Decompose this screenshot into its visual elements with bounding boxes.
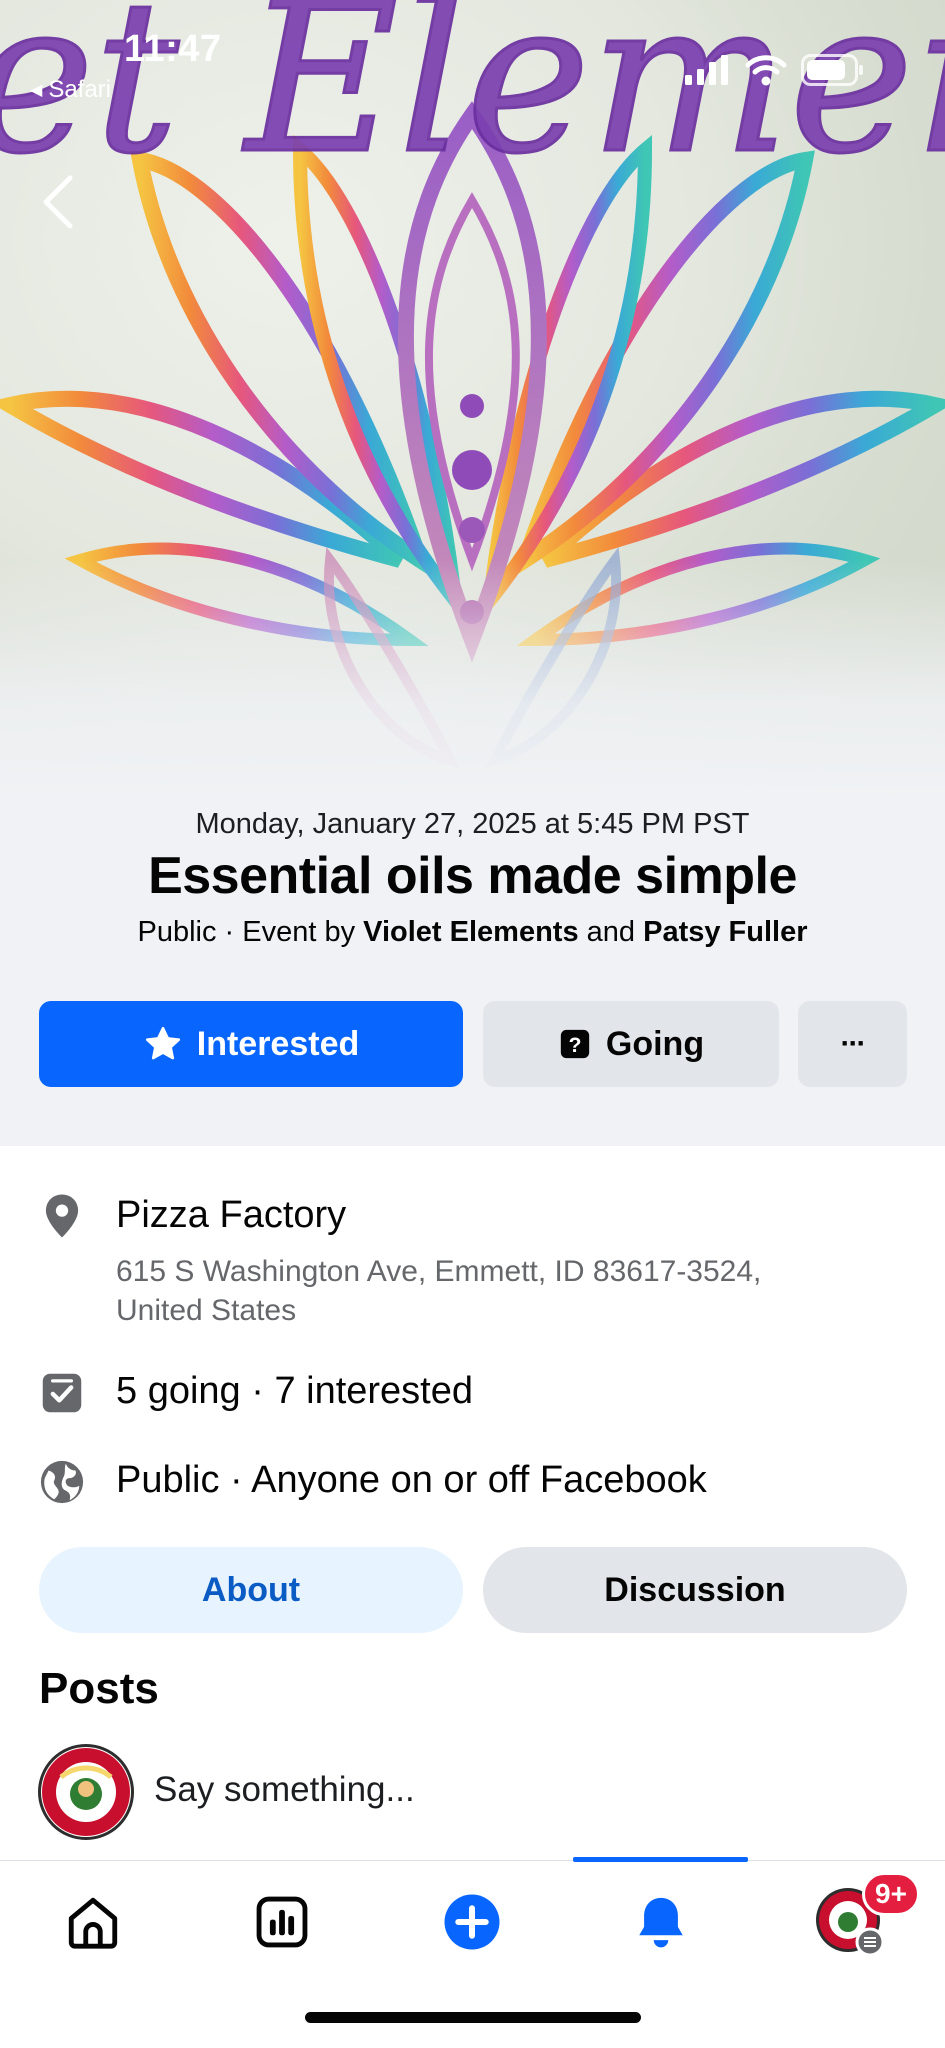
create-icon	[444, 1894, 500, 1950]
question-box-icon: ?	[560, 1029, 590, 1059]
status-back-label: Safari	[48, 76, 112, 103]
event-date: Monday, January 27, 2025 at 5:45 PM PST	[195, 808, 750, 840]
interested-button[interactable]: Interested	[39, 1001, 463, 1087]
wifi-icon	[745, 55, 787, 86]
pizza-factory-logo	[42, 1748, 130, 1836]
tab-about[interactable]: About	[39, 1547, 463, 1633]
active-tab-indicator	[573, 1857, 748, 1862]
event-title: Essential oils made simple	[148, 847, 797, 905]
event-hosts: Public · Event by Violet Elements and Pa…	[0, 916, 945, 949]
status-back-safari[interactable]: ◀ Safari	[30, 76, 111, 104]
notifications-icon	[639, 1897, 683, 1948]
host-link-2[interactable]: Patsy Fuller	[643, 916, 807, 948]
home-icon	[68, 1897, 118, 1949]
attendance-count[interactable]: 5 going · 7 interested	[116, 1370, 473, 1413]
going-button[interactable]: ? Going	[483, 1001, 779, 1087]
more-icon: ···	[840, 1027, 867, 1060]
address-line-1: 615 S Washington Ave, Emmett, ID 83617-3…	[116, 1255, 762, 1288]
nav-create[interactable]	[440, 1890, 504, 1954]
nav-notifications[interactable]	[629, 1890, 693, 1954]
venue-name[interactable]: Pizza Factory	[116, 1194, 346, 1237]
host-link-1[interactable]: Violet Elements	[363, 916, 578, 948]
back-triangle-icon: ◀	[30, 82, 43, 99]
chevron-left-icon[interactable]	[36, 172, 80, 232]
cellular-signal-icon	[685, 55, 728, 85]
status-time: 11:47	[124, 28, 222, 70]
nav-home[interactable]	[61, 1890, 125, 1954]
battery-icon	[801, 54, 863, 86]
avatar[interactable]	[38, 1744, 134, 1840]
status-icons	[685, 54, 865, 86]
posts-heading: Posts	[39, 1664, 159, 1713]
more-options-button[interactable]: ···	[798, 1001, 907, 1087]
tab-discussion[interactable]: Discussion	[483, 1547, 907, 1633]
svg-text:?: ?	[568, 1033, 581, 1057]
host-joiner: and	[586, 916, 636, 948]
interested-label: Interested	[196, 1024, 360, 1063]
going-label: Going	[605, 1024, 705, 1063]
event-cover-image[interactable]: et Elemen	[0, 0, 945, 800]
address-line-2: United States	[116, 1294, 297, 1327]
event-privacy-prefix: Public · Event by	[137, 916, 356, 948]
nav-dashboard[interactable]	[250, 1890, 314, 1954]
event-visibility: Public · Anyone on or off Facebook	[116, 1459, 707, 1501]
cover-fade	[0, 560, 945, 800]
calendar-check-icon	[38, 1369, 86, 1417]
location-pin-icon	[38, 1192, 86, 1240]
notification-badge: 9+	[862, 1872, 920, 1916]
home-indicator[interactable]	[305, 2012, 641, 2023]
globe-icon	[38, 1458, 86, 1506]
dashboard-icon	[256, 1896, 308, 1948]
star-icon	[145, 1026, 180, 1060]
venue-address[interactable]: 615 S Washington Ave, Emmett, ID 83617-3…	[116, 1252, 761, 1330]
post-composer-input[interactable]: Say something...	[154, 1770, 415, 1810]
